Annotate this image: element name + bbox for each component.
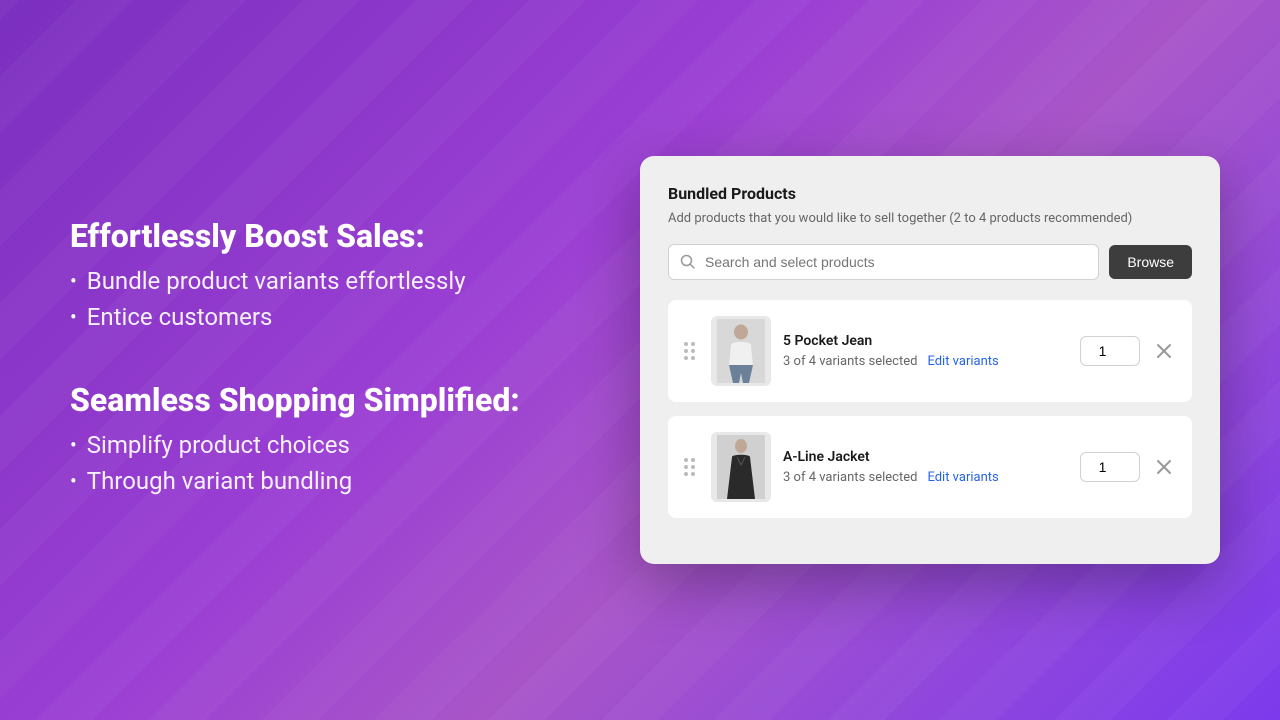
remove-button-2[interactable]: [1152, 455, 1176, 479]
right-panel: Bundled Products Add products that you w…: [640, 156, 1220, 564]
close-icon: [1156, 459, 1172, 475]
section1-heading: Effortlessly Boost Sales:: [70, 217, 520, 255]
product-info-1: 5 Pocket Jean 3 of 4 variants selected E…: [783, 333, 1068, 369]
product-info-2: A-Line Jacket 3 of 4 variants selected E…: [783, 449, 1068, 485]
search-input-wrapper: [668, 244, 1099, 280]
product-thumb-2: [711, 432, 771, 502]
edit-variants-link-1[interactable]: Edit variants: [927, 354, 998, 369]
product-item-1: 5 Pocket Jean 3 of 4 variants selected E…: [668, 300, 1192, 402]
bullet-item: Bundle product variants effortlessly: [70, 267, 520, 295]
section2-heading: Seamless Shopping Simplified:: [70, 381, 520, 419]
section2-bullets: Simplify product choices Through variant…: [70, 431, 520, 495]
search-input[interactable]: [668, 244, 1099, 280]
remove-button-1[interactable]: [1152, 339, 1176, 363]
bullet-item: Through variant bundling: [70, 467, 520, 495]
variants-text-2: 3 of 4 variants selected: [783, 470, 917, 485]
card-title: Bundled Products: [668, 184, 1192, 203]
quantity-input-2[interactable]: [1080, 452, 1140, 482]
quantity-input-1[interactable]: [1080, 336, 1140, 366]
card-subtitle: Add products that you would like to sell…: [668, 211, 1192, 226]
variants-text-1: 3 of 4 variants selected: [783, 354, 917, 369]
drag-handle-2[interactable]: [680, 454, 699, 480]
page-layout: Effortlessly Boost Sales: Bundle product…: [0, 0, 1280, 720]
bundled-products-card: Bundled Products Add products that you w…: [640, 156, 1220, 564]
bullet-item: Simplify product choices: [70, 431, 520, 459]
product-name-1: 5 Pocket Jean: [783, 333, 1068, 349]
bullet-item: Entice customers: [70, 303, 520, 331]
search-row: Browse: [668, 244, 1192, 280]
left-panel: Effortlessly Boost Sales: Bundle product…: [70, 217, 520, 504]
product-item-2: A-Line Jacket 3 of 4 variants selected E…: [668, 416, 1192, 518]
product-name-2: A-Line Jacket: [783, 449, 1068, 465]
product-thumb-1: [711, 316, 771, 386]
drag-handle-1[interactable]: [680, 338, 699, 364]
edit-variants-link-2[interactable]: Edit variants: [927, 470, 998, 485]
browse-button[interactable]: Browse: [1109, 245, 1192, 279]
section1-bullets: Bundle product variants effortlessly Ent…: [70, 267, 520, 331]
close-icon: [1156, 343, 1172, 359]
product-variants-1: 3 of 4 variants selected Edit variants: [783, 354, 1068, 369]
product-variants-2: 3 of 4 variants selected Edit variants: [783, 470, 1068, 485]
